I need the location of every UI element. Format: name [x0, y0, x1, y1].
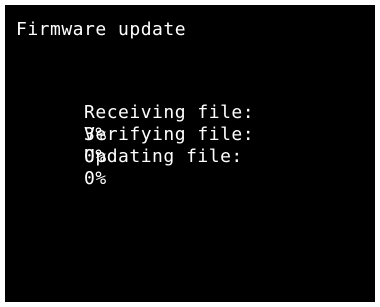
verifying-label: Verifying file:	[84, 124, 255, 145]
status-list: Receiving file: 3% Verifying file: 0% Up…	[16, 80, 255, 189]
receiving-label: Receiving file:	[84, 102, 255, 123]
screen-title: Firmware update	[16, 19, 187, 40]
device-screen: Firmware update Receiving file: 3% Verif…	[5, 5, 375, 302]
updating-value: 0%	[84, 168, 107, 189]
receiving-status: Receiving file: 3%	[16, 80, 254, 145]
updating-label: Updating file:	[84, 146, 243, 167]
